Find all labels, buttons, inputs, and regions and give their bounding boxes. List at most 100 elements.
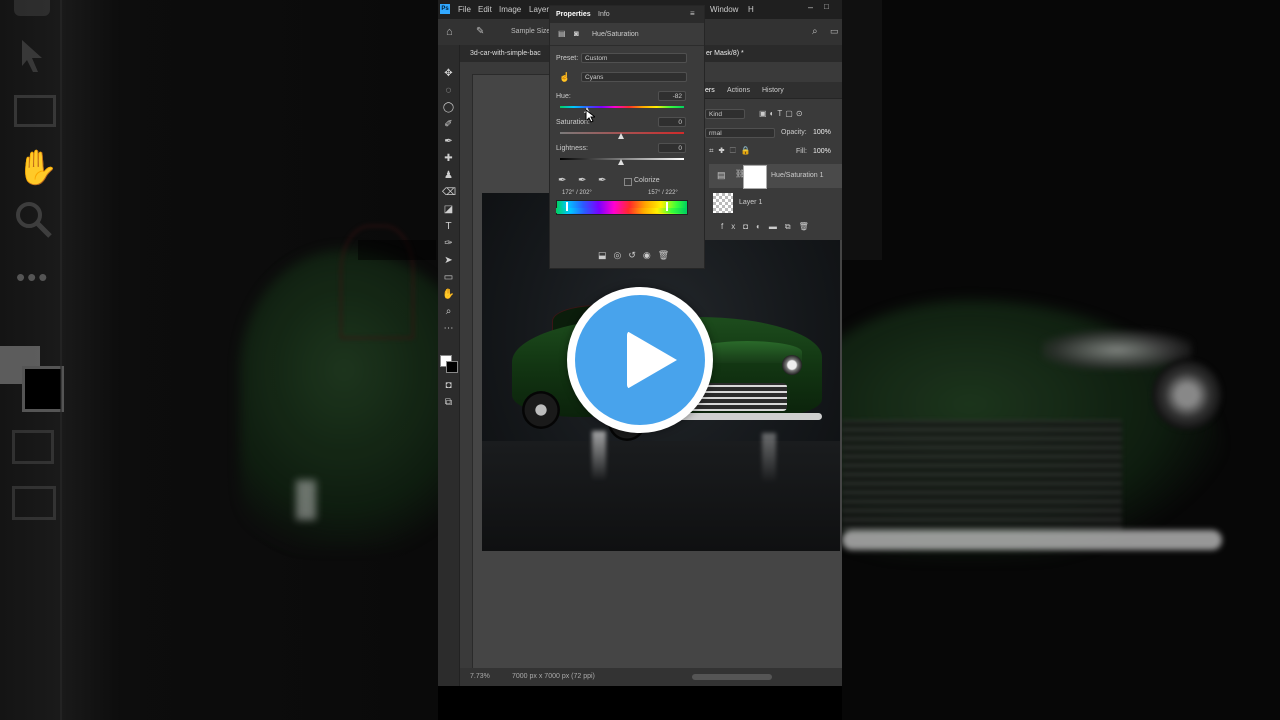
- channel-select[interactable]: Cyans: [581, 72, 687, 82]
- tab-properties[interactable]: Properties: [556, 11, 591, 18]
- range-marker-right[interactable]: [666, 202, 668, 211]
- ghost-panel: [842, 0, 882, 260]
- ghost-marquee-icon: [14, 95, 56, 127]
- more-tools-icon[interactable]: ⋯: [442, 322, 455, 335]
- document-dimensions: 7000 px x 7000 px (72 ppi): [512, 673, 595, 680]
- background-color-swatch[interactable]: [446, 361, 458, 373]
- pen-tool-icon[interactable]: ✑: [442, 237, 455, 250]
- ghost-divider: [60, 0, 62, 720]
- preset-select[interactable]: Custom: [581, 53, 687, 63]
- move-tool-icon[interactable]: ✥: [442, 67, 455, 80]
- panel-menu-icon[interactable]: ≡: [690, 9, 695, 18]
- lasso-tool-icon[interactable]: ◯: [442, 101, 455, 114]
- preset-label: Preset:: [556, 55, 579, 62]
- sample-size-label[interactable]: Sample Size: [511, 28, 550, 35]
- hand-tool-icon[interactable]: ✋: [442, 288, 455, 301]
- hue-value-field[interactable]: -82: [658, 91, 686, 101]
- lightness-value-field[interactable]: 0: [658, 143, 686, 153]
- quick-mask-icon[interactable]: ◘: [442, 379, 455, 392]
- play-button[interactable]: [567, 287, 713, 433]
- lightness-label: Lightness:: [556, 145, 588, 152]
- opacity-value[interactable]: 100%: [813, 129, 831, 136]
- targeted-adjust-hand-icon[interactable]: ☝: [559, 72, 570, 83]
- rectangle-tool-icon[interactable]: ▭: [442, 271, 455, 284]
- horizontal-scrollbar[interactable]: [692, 674, 772, 680]
- document-tab-suffix: er Mask/8) *: [706, 50, 744, 57]
- home-icon[interactable]: ⌂: [446, 26, 453, 38]
- layer-name: Layer 1: [739, 199, 763, 206]
- zoom-level[interactable]: 7.73%: [470, 673, 490, 680]
- tab-info[interactable]: Info: [598, 11, 610, 18]
- ghost-bumper: [842, 530, 1222, 550]
- range-right-readout: 157° / 222°: [648, 190, 678, 196]
- canvas-floor: [482, 441, 840, 551]
- eyedropper-icon[interactable]: ✒: [558, 175, 566, 186]
- adjustment-icon[interactable]: ▤: [558, 29, 566, 38]
- status-bar: 7.73% 7000 px x 7000 px (72 ppi): [460, 668, 842, 686]
- path-select-icon[interactable]: ➤: [442, 254, 455, 267]
- search-icon[interactable]: ⌕: [812, 26, 818, 37]
- eyedropper-icon[interactable]: ✒: [442, 135, 455, 148]
- ellipse-marquee-icon[interactable]: ◌: [442, 84, 455, 97]
- stamp-tool-icon[interactable]: ♟: [442, 169, 455, 182]
- mask-icon[interactable]: ◙: [574, 29, 579, 38]
- eyedropper-plus-icon[interactable]: ✒: [578, 175, 586, 186]
- hue-slider-track[interactable]: [560, 106, 684, 108]
- eraser-tool-icon[interactable]: ⌫: [442, 186, 456, 199]
- layer-name: Hue/Saturation 1: [771, 172, 824, 179]
- layer-filter-select[interactable]: Kind: [705, 109, 745, 119]
- menu-file[interactable]: File: [458, 5, 471, 14]
- range-left-readout: 172° / 202°: [562, 190, 592, 196]
- workspace-icon[interactable]: ▭: [830, 26, 839, 37]
- eyedropper-minus-icon[interactable]: ✒: [598, 175, 606, 186]
- eyedropper-tool-icon[interactable]: ✎: [476, 26, 484, 37]
- menu-image[interactable]: Image: [499, 5, 521, 14]
- menu-help[interactable]: H: [748, 5, 754, 14]
- layer-row-hue-saturation[interactable]: ▤ ⛓ Hue/Saturation 1: [709, 164, 842, 189]
- colorize-label: Colorize: [634, 177, 660, 184]
- adjustment-title: Hue/Saturation: [592, 31, 639, 38]
- fill-label: Fill:: [796, 148, 807, 155]
- ruler-vertical: [460, 74, 473, 684]
- properties-footer-icons[interactable]: ⬓◎↺◉🗑: [598, 250, 676, 261]
- lock-icons[interactable]: ⌗✚⬚🔒: [709, 146, 756, 156]
- tab-layers[interactable]: ers: [705, 87, 715, 94]
- type-tool-icon[interactable]: T: [442, 220, 455, 233]
- minimize-icon[interactable]: –: [808, 2, 813, 12]
- zoom-tool-icon[interactable]: ⌕: [442, 305, 455, 318]
- ghost-quickmask-icon: [12, 430, 54, 464]
- range-marker-left[interactable]: [566, 202, 568, 211]
- tab-actions[interactable]: Actions: [727, 87, 750, 94]
- gradient-tool-icon[interactable]: ◪: [442, 203, 455, 216]
- adjustment-layer-icon: ▤: [717, 170, 726, 180]
- layers-panel: ers Actions History Kind ▣◐T▢⊙ rmal Opac…: [700, 62, 842, 240]
- ghost-grill: [842, 420, 1122, 530]
- saturation-slider-thumb[interactable]: [618, 133, 624, 139]
- ghost-zoom-icon: [16, 202, 52, 238]
- saturation-value-field[interactable]: 0: [658, 117, 686, 127]
- menu-edit[interactable]: Edit: [478, 5, 492, 14]
- lightness-slider-thumb[interactable]: [618, 159, 624, 165]
- blend-mode-select[interactable]: rmal: [705, 128, 775, 138]
- screen-mode-icon[interactable]: ⧉: [442, 396, 455, 409]
- fill-value[interactable]: 100%: [813, 148, 831, 155]
- ghost-hand-icon: ✋: [16, 149, 59, 187]
- healing-brush-icon[interactable]: ✚: [442, 152, 455, 165]
- ghost-shade: [358, 240, 436, 260]
- quick-select-icon[interactable]: ✐: [442, 118, 455, 131]
- layers-bottom-icons[interactable]: fx◘◐▬⧉🗑: [721, 222, 817, 232]
- menu-layer[interactable]: Layer: [529, 5, 549, 14]
- photoshop-logo: Ps: [440, 4, 450, 14]
- layer-row-layer-1[interactable]: Layer 1: [709, 192, 842, 216]
- car-headlight: [782, 355, 802, 375]
- menu-window[interactable]: Window: [710, 5, 738, 14]
- colorize-checkbox[interactable]: [624, 178, 632, 186]
- layer-mask-thumbnail[interactable]: [743, 165, 767, 189]
- blurred-background-left: ✋ •••: [0, 0, 438, 720]
- ghost-screenmode-icon: [12, 486, 56, 520]
- blurred-background-right: [842, 0, 1280, 720]
- layer-filter-icons[interactable]: ▣◐T▢⊙: [759, 109, 806, 118]
- tab-history[interactable]: History: [762, 87, 784, 94]
- maximize-icon[interactable]: □: [824, 2, 829, 11]
- opacity-label: Opacity:: [781, 129, 807, 136]
